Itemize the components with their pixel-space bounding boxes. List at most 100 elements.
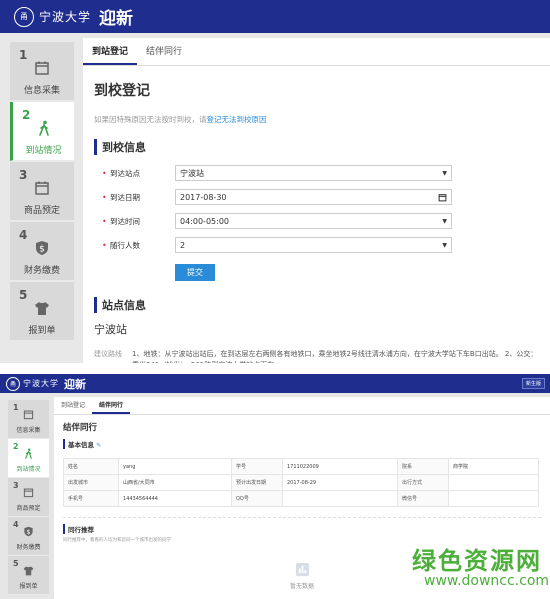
cell-value: 山西省/大同市 bbox=[118, 474, 232, 491]
step-number: 5 bbox=[13, 559, 19, 568]
field-label: 到达日期 bbox=[110, 192, 140, 202]
calendar-icon bbox=[35, 61, 49, 75]
cell-key: 手机号 bbox=[63, 490, 119, 507]
step-info-collection[interactable]: 1 信息采集 bbox=[8, 400, 49, 439]
step-goods-reservation[interactable]: 3 商品预定 bbox=[10, 162, 74, 221]
step-label: 商品预定 bbox=[16, 505, 41, 512]
field-label: 到达站点 bbox=[110, 168, 140, 178]
required-mark: • bbox=[102, 168, 107, 178]
university-seal-logo: 甬 bbox=[6, 376, 20, 391]
required-mark: • bbox=[102, 216, 107, 226]
shield-dollar-icon: $ bbox=[36, 241, 48, 255]
tshirt-icon bbox=[23, 566, 34, 576]
basic-info-table: 姓名 yang 学号 1711022009 院系 商学院 出发城市 山西省/大同… bbox=[63, 458, 539, 507]
cell-value: 商学院 bbox=[448, 458, 539, 475]
cell-value: yang bbox=[118, 458, 232, 475]
app-title: 迎新 bbox=[64, 377, 86, 391]
table-row: 手机号 14434564444 QQ号 微信号 bbox=[63, 490, 539, 507]
field-label: 到达时间 bbox=[110, 216, 140, 226]
arrival-station-select[interactable]: 宁波站 ▼ bbox=[175, 165, 452, 181]
tab-travel-together[interactable]: 结伴同行 bbox=[137, 38, 191, 65]
cell-value bbox=[448, 474, 539, 491]
step-report-form[interactable]: 5 报到单 bbox=[8, 556, 49, 595]
calendar-icon bbox=[438, 193, 447, 201]
header-bar: 甬 宁波大学 迎新 bbox=[0, 0, 550, 33]
calendar-icon bbox=[23, 488, 34, 498]
step-label: 财务缴费 bbox=[23, 266, 60, 276]
tshirt-icon bbox=[35, 302, 49, 315]
step-finance-payment[interactable]: 4 $ 财务缴费 bbox=[10, 222, 74, 281]
register-absence-link[interactable]: 登记无法到校原因 bbox=[207, 115, 267, 124]
step-number: 2 bbox=[13, 442, 19, 451]
cell-key: 姓名 bbox=[63, 458, 119, 475]
tab-arrival-registration[interactable]: 到站登记 bbox=[83, 38, 138, 65]
station-name: 宁波站 bbox=[94, 323, 127, 336]
step-label: 商品预定 bbox=[23, 206, 60, 216]
step-arrival-status[interactable]: 2 到站情况 bbox=[8, 439, 49, 478]
step-number: 5 bbox=[19, 288, 28, 302]
field-label: 随行人数 bbox=[110, 240, 140, 250]
step-label: 信息采集 bbox=[23, 86, 60, 96]
submit-button[interactable]: 提交 bbox=[175, 264, 215, 281]
svg-text:$: $ bbox=[27, 529, 31, 536]
step-number: 4 bbox=[19, 228, 28, 242]
arrival-time-select[interactable]: 04:00-05:00 ▼ bbox=[175, 213, 452, 229]
app-title: 迎新 bbox=[99, 9, 134, 29]
cell-key: 微信号 bbox=[397, 490, 449, 507]
table-row: 出发城市 山西省/大同市 预计出发日期 2017-08-29 出行方式 bbox=[63, 474, 539, 491]
form-row-companions: • 随行人数 2 ▼ bbox=[102, 236, 550, 254]
step-sidebar: 1 信息采集 2 到站情况 3 商品预定 4 $ 财务缴费 5 报到单 bbox=[10, 42, 74, 342]
tab-arrival-registration[interactable]: 到站登记 bbox=[54, 397, 92, 414]
step-number: 3 bbox=[13, 481, 19, 490]
university-name: 宁波大学 bbox=[39, 10, 92, 24]
hint-message: 如果因特殊原因无法按时到校，请 bbox=[94, 115, 207, 124]
calendar-icon bbox=[23, 410, 34, 420]
cell-key: 出发城市 bbox=[63, 474, 119, 491]
walking-person-icon bbox=[25, 448, 32, 459]
step-label: 到站情况 bbox=[25, 146, 62, 156]
university-name: 宁波大学 bbox=[23, 379, 59, 388]
step-goods-reservation[interactable]: 3 商品预定 bbox=[8, 478, 49, 517]
hint-text: 如果因特殊原因无法按时到校，请登记无法到校原因 bbox=[94, 114, 550, 125]
empty-data-icon bbox=[295, 562, 309, 577]
table-row: 姓名 yang 学号 1711022009 院系 商学院 bbox=[63, 458, 539, 475]
step-finance-payment[interactable]: 4 $ 财务缴费 bbox=[8, 517, 49, 556]
new-student-button[interactable]: 新生版 bbox=[521, 378, 545, 389]
route-row: 建议路线 1、地铁：从宁波站出站后，在到达层左右两侧各有地铁口，乘坐地铁2号线往… bbox=[94, 349, 550, 363]
cell-key: 学号 bbox=[231, 458, 283, 475]
step-number: 2 bbox=[22, 108, 31, 122]
chevron-down-icon: ▼ bbox=[442, 217, 447, 225]
form-row-date: • 到达日期 2017-08-30 bbox=[102, 188, 550, 206]
step-number: 4 bbox=[13, 520, 19, 529]
step-number: 3 bbox=[19, 168, 28, 182]
tab-travel-together[interactable]: 结伴同行 bbox=[92, 397, 131, 414]
step-info-collection[interactable]: 1 信息采集 bbox=[10, 42, 74, 101]
tab-bar: 到站登记 结伴同行 bbox=[83, 38, 550, 66]
step-label: 信息采集 bbox=[16, 427, 41, 434]
companions-count-select[interactable]: 2 ▼ bbox=[175, 237, 452, 253]
step-number: 1 bbox=[13, 403, 19, 412]
arrival-date-input[interactable]: 2017-08-30 bbox=[175, 189, 452, 205]
university-seal-logo: 甬 bbox=[14, 6, 34, 27]
cell-value bbox=[282, 490, 398, 507]
route-text: 1、地铁：从宁波站出站后，在到达层左右两侧各有地铁口，乘坐地铁2号线往清水浦方向… bbox=[132, 350, 538, 363]
required-mark: • bbox=[102, 192, 107, 202]
watermark-text: 绿色资源网 bbox=[412, 547, 542, 575]
page-title: 结伴同行 bbox=[63, 423, 98, 433]
step-label: 财务缴费 bbox=[16, 544, 41, 551]
watermark-url: www.downcc.com bbox=[424, 573, 550, 589]
step-label: 报到单 bbox=[19, 583, 38, 590]
edit-icon[interactable]: ✎ bbox=[96, 442, 101, 449]
divider bbox=[63, 517, 541, 518]
svg-text:$: $ bbox=[39, 245, 45, 255]
chevron-down-icon: ▼ bbox=[442, 169, 447, 177]
arrival-info-heading: 到校信息 bbox=[94, 139, 550, 155]
walking-person-icon bbox=[38, 120, 49, 136]
step-arrival-status[interactable]: 2 到站情况 bbox=[10, 102, 74, 161]
tab-bar: 到站登记 结伴同行 bbox=[54, 397, 550, 415]
cell-key: 出行方式 bbox=[397, 474, 449, 491]
recommend-heading: 同行推荐 bbox=[63, 524, 550, 534]
cell-key: 院系 bbox=[397, 458, 449, 475]
step-report-form[interactable]: 5 报到单 bbox=[10, 282, 74, 341]
step-number: 1 bbox=[19, 48, 28, 62]
